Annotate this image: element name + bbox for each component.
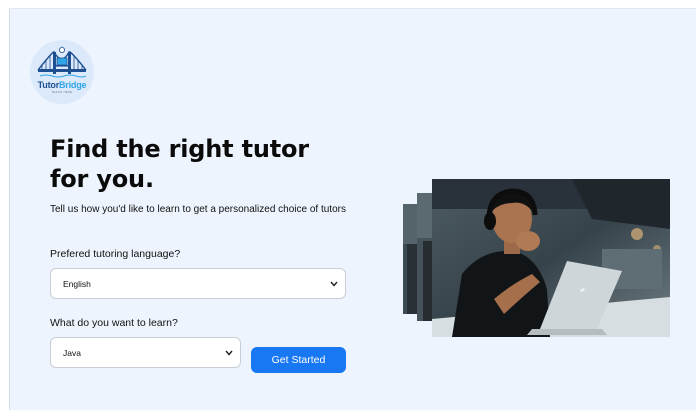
language-label: Prefered tutoring language? <box>50 248 181 260</box>
logo-text-tutor: Tutor <box>37 80 60 90</box>
logo-tagline: TEACH HERE <box>51 91 73 94</box>
chevron-down-icon <box>327 277 341 291</box>
tutorbridge-logo[interactable]: TutorBridge TEACH HERE <box>30 40 94 104</box>
learn-label: What do you want to learn? <box>50 317 178 329</box>
hero-photo-student-laptop <box>432 179 670 337</box>
learn-select-value: Java <box>63 347 81 358</box>
chevron-down-icon <box>222 346 236 360</box>
language-select[interactable]: English <box>50 268 346 299</box>
language-select-value: English <box>63 278 91 289</box>
get-started-button[interactable]: Get Started <box>251 347 346 373</box>
learn-select[interactable]: Java <box>50 337 241 368</box>
page-headline: Find the right tutor for you. <box>50 135 309 193</box>
logo-text-bridge: Bridge <box>59 80 87 90</box>
bridge-icon <box>37 46 87 78</box>
logo-wordmark: TutorBridge <box>30 80 94 90</box>
page-subtitle: Tell us how you'd like to learn to get a… <box>50 204 346 215</box>
